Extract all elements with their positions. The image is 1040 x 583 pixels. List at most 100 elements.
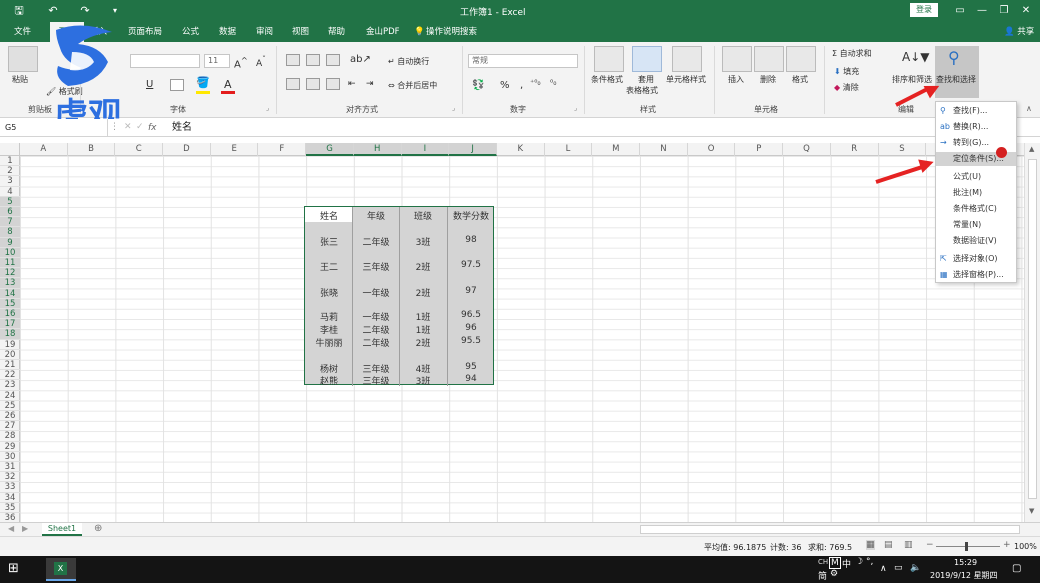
column-header-i[interactable]: I [401, 143, 450, 156]
align-right-icon[interactable] [326, 78, 340, 90]
menu-selection-pane[interactable]: ▦ 选择窗格(P)... [936, 268, 1016, 282]
row-header-25[interactable]: 25 [0, 401, 20, 411]
row-header-27[interactable]: 27 [0, 421, 20, 432]
row-header-22[interactable]: 22 [0, 370, 20, 381]
data-table[interactable]: 姓名 年级 班级 数学分数 张三 二年级 3班 98 王二 三年级 2班 97.… [304, 206, 495, 387]
ime-moon-icon[interactable]: ☽ [855, 557, 863, 567]
sort-filter-icon[interactable]: A↓▼ [902, 50, 930, 64]
insert-function-icon[interactable]: fx [148, 119, 157, 137]
customize-quick-access-icon[interactable]: ▾ [106, 3, 124, 19]
paste-button[interactable]: 粘贴 [12, 74, 28, 85]
normal-view-icon[interactable]: ▦ [866, 540, 875, 550]
sheet-tab-sheet1[interactable]: Sheet1 [42, 523, 82, 536]
confirm-edit-icon[interactable]: ✓ [136, 122, 144, 132]
menu-select-objects[interactable]: ⇱ 选择对象(O) [936, 252, 1016, 266]
column-header-m[interactable]: M [592, 143, 641, 156]
menu-replace[interactable]: ab 替换(R)... [936, 120, 1016, 134]
row-header-8[interactable]: 8 [0, 227, 20, 238]
zoom-level[interactable]: 100% [1014, 542, 1037, 551]
prev-sheet-icon[interactable]: ◀ [8, 524, 14, 533]
column-header-o[interactable]: O [688, 143, 736, 156]
clock-date[interactable]: 2019/9/12 星期四 [930, 570, 998, 581]
cell-class[interactable]: 1班 [399, 310, 447, 323]
cell-grade[interactable]: 一年级 [352, 310, 400, 323]
worksheet-grid[interactable] [20, 156, 1024, 522]
menu-conditional-formatting[interactable]: 条件格式(C) [936, 202, 1016, 216]
column-header-g[interactable]: G [306, 143, 354, 156]
cell-name[interactable]: 李桂 [305, 323, 353, 336]
row-header-14[interactable]: 14 [0, 288, 20, 299]
row-header-12[interactable]: 12 [0, 268, 20, 279]
column-header-a[interactable]: A [20, 143, 68, 156]
row-header-6[interactable]: 6 [0, 207, 20, 218]
page-break-view-icon[interactable]: ▥ [904, 540, 913, 550]
row-header-9[interactable]: 9 [0, 237, 20, 248]
format-as-table-button-1[interactable]: 套用 [638, 74, 654, 85]
tab-file[interactable]: 文件 [14, 22, 31, 42]
paste-icon[interactable] [8, 46, 38, 72]
network-icon[interactable]: ▭ [894, 563, 903, 573]
header-class[interactable]: 班级 [399, 209, 447, 222]
formula-input[interactable]: 姓名 [172, 119, 192, 137]
increase-decimal-icon[interactable]: ⁺⁰₀ [530, 78, 541, 87]
cell-name[interactable]: 张晓 [305, 286, 353, 299]
font-name-field[interactable] [130, 54, 200, 68]
number-dialog-launcher-icon[interactable]: ⌟ [574, 104, 577, 112]
cell-name[interactable]: 赵熊 [305, 374, 353, 387]
orientation-icon[interactable]: ab↗ [350, 54, 371, 65]
close-button[interactable]: ✕ [1016, 3, 1036, 19]
fill-color-icon[interactable]: 🪣 [196, 76, 210, 89]
tab-view[interactable]: 视图 [292, 22, 309, 42]
scroll-up-icon[interactable]: ▲ [1029, 145, 1034, 153]
borders-icon[interactable] [170, 79, 184, 91]
format-cells-button[interactable]: 格式 [792, 74, 808, 85]
cell-score[interactable]: 95.5 [447, 336, 495, 346]
column-header-e[interactable]: E [211, 143, 259, 156]
ime-punctuation-icon[interactable]: °, [866, 557, 873, 567]
align-bottom-icon[interactable] [326, 54, 340, 66]
undo-icon[interactable]: ↶ [44, 3, 62, 19]
maximize-button[interactable]: ❐ [994, 3, 1014, 19]
insert-cells-button[interactable]: 插入 [728, 74, 744, 85]
cell-class[interactable]: 2班 [399, 336, 447, 349]
row-header-24[interactable]: 24 [0, 391, 20, 401]
increase-font-icon[interactable]: A^ [234, 55, 248, 70]
cell-styles-button[interactable]: 单元格样式 [666, 74, 706, 85]
decrease-indent-icon[interactable]: ⇤ [348, 79, 356, 89]
row-header-3[interactable]: 3 [0, 176, 20, 187]
row-header-23[interactable]: 23 [0, 380, 20, 391]
cell-styles-icon[interactable] [672, 46, 702, 72]
ime-language[interactable]: CH [818, 558, 828, 566]
comma-style-icon[interactable]: , [520, 80, 523, 91]
cell-score[interactable]: 97.5 [447, 260, 495, 270]
format-as-table-icon[interactable] [632, 46, 662, 72]
font-color-icon[interactable]: A [224, 78, 232, 91]
menu-constants[interactable]: 常量(N) [936, 218, 1016, 232]
tell-me-search[interactable]: 操作说明搜索 [426, 22, 477, 42]
font-dialog-launcher-icon[interactable]: ⌟ [266, 104, 269, 112]
excel-taskbar-button[interactable]: X [46, 558, 76, 581]
ribbon-display-icon[interactable]: ▭ [950, 3, 970, 19]
login-button[interactable]: 登录 [910, 3, 938, 17]
save-icon[interactable]: 🖫 [10, 3, 28, 19]
column-header-r[interactable]: R [831, 143, 879, 156]
row-header-33[interactable]: 33 [0, 482, 20, 493]
column-header-n[interactable]: N [640, 143, 688, 156]
cell-class[interactable]: 1班 [399, 323, 447, 336]
row-header-26[interactable]: 26 [0, 411, 20, 422]
cell-score[interactable]: 96 [447, 323, 495, 333]
row-header-31[interactable]: 31 [0, 462, 20, 473]
name-box[interactable]: G5 [0, 119, 108, 137]
cell-grade[interactable]: 三年级 [352, 374, 400, 387]
scroll-down-icon[interactable]: ▼ [1029, 507, 1034, 515]
row-header-19[interactable]: 19 [0, 340, 20, 350]
row-header-2[interactable]: 2 [0, 166, 20, 177]
row-header-29[interactable]: 29 [0, 442, 20, 452]
minimize-button[interactable]: — [972, 3, 992, 19]
scroll-thumb[interactable] [1028, 159, 1037, 499]
decrease-font-icon[interactable]: Aˇ [256, 55, 266, 69]
alignment-dialog-launcher-icon[interactable]: ⌟ [452, 104, 455, 112]
row-header-17[interactable]: 17 [0, 319, 20, 330]
tab-page-layout[interactable]: 页面布局 [128, 22, 162, 42]
increase-indent-icon[interactable]: ⇥ [366, 79, 374, 89]
